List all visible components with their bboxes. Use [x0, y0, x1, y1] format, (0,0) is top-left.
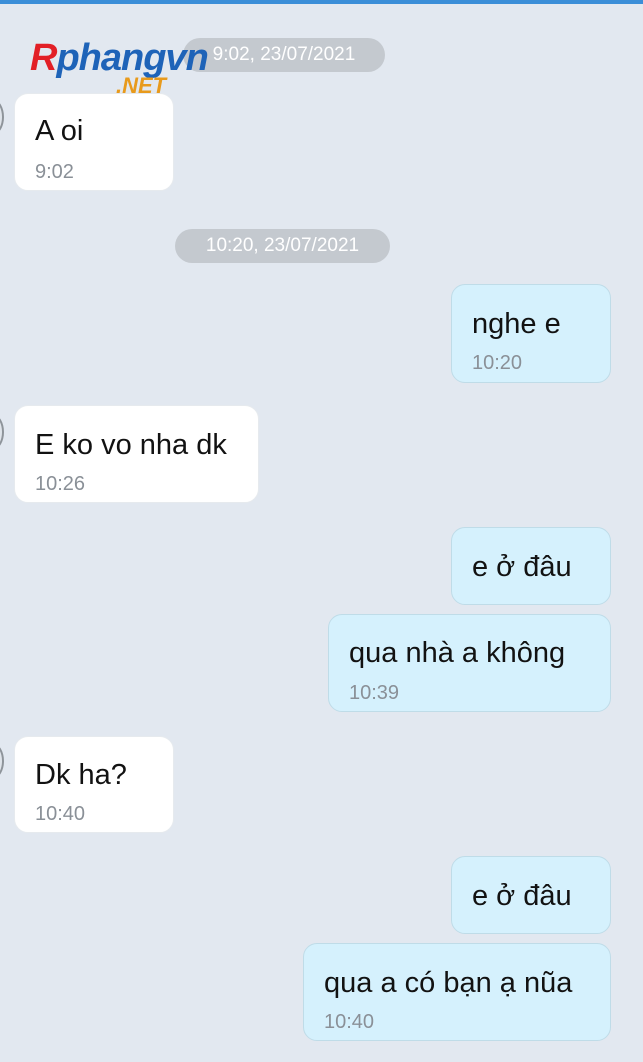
message-bubble-incoming[interactable]: E ko vo nha dk 10:26 [14, 405, 259, 503]
message-text: e ở đâu [472, 551, 572, 583]
message-bubble-outgoing[interactable]: qua nhà a không 10:39 [328, 614, 611, 712]
message-bubble-incoming[interactable]: A oi 9:02 [14, 93, 174, 191]
message-text: e ở đâu [472, 880, 572, 912]
avatar[interactable] [0, 744, 4, 778]
message-bubble-incoming[interactable]: Dk ha? 10:40 [14, 736, 174, 833]
message-time: 10:20 [472, 352, 523, 374]
avatar[interactable] [0, 100, 4, 134]
message-text: qua nhà a không [349, 637, 566, 669]
date-divider-label: 10:20, 23/07/2021 [205, 235, 360, 256]
top-accent-bar [0, 0, 643, 4]
message-time: 10:40 [35, 803, 86, 825]
message-bubble-outgoing[interactable]: e ở đâu [451, 527, 611, 605]
message-text: nghe e [472, 308, 561, 340]
message-bubble-outgoing[interactable]: qua a có bạn ạ nũa 10:40 [303, 943, 611, 1041]
date-divider: 10:20, 23/07/2021 [175, 229, 390, 263]
watermark-brand: Rphangvn [30, 37, 209, 79]
message-time: 9:02 [35, 161, 74, 183]
message-text: Dk ha? [35, 759, 127, 791]
message-time: 10:40 [324, 1011, 375, 1033]
message-text: A oi [35, 115, 84, 147]
message-bubble-outgoing[interactable]: nghe e 10:20 [451, 284, 611, 383]
message-text: E ko vo nha dk [35, 429, 227, 461]
message-text: qua a có bạn ạ nũa [324, 967, 573, 999]
message-time: 10:26 [35, 473, 86, 495]
message-bubble-outgoing[interactable]: e ở đâu [451, 856, 611, 934]
message-time: 10:39 [349, 682, 400, 704]
date-divider-label: 9:02, 23/07/2021 [212, 44, 356, 65]
avatar[interactable] [0, 415, 4, 449]
